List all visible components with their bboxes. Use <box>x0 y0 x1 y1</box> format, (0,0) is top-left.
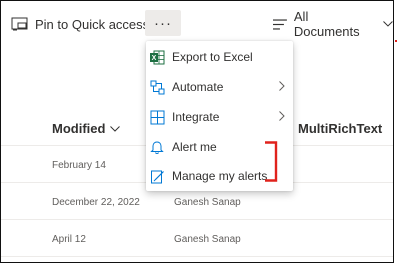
menu-item-label: Integrate <box>172 110 220 124</box>
modified-cell: December 22, 2022 <box>52 197 140 208</box>
chevron-down-icon <box>110 125 121 132</box>
pin-icon <box>11 17 28 30</box>
command-bar: Pin to Quick access ··· All Documents <box>1 1 393 45</box>
column-header-multirichtext[interactable]: MultiRichText <box>298 121 382 136</box>
column-header-modified[interactable]: Modified <box>52 121 121 136</box>
view-switcher-button[interactable]: All Documents <box>273 9 393 39</box>
excel-icon: X <box>149 49 165 65</box>
menu-item-label: Automate <box>172 80 224 94</box>
pin-label: Pin to Quick access <box>35 16 150 32</box>
menu-item-integrate[interactable]: Integrate <box>146 102 293 132</box>
integrate-icon <box>149 109 165 125</box>
modified-cell: April 12 <box>52 234 86 245</box>
highlight-bracket <box>265 141 278 182</box>
chevron-right-icon <box>279 81 285 91</box>
modified-by-cell: Ganesh Sanap <box>174 197 241 208</box>
app-frame: Pin to Quick access ··· All Documents Mo… <box>0 0 394 263</box>
manage-alerts-icon <box>149 168 165 184</box>
column-header-modified-label: Modified <box>52 121 106 136</box>
annotation-dot <box>395 40 397 42</box>
automate-icon <box>149 79 165 95</box>
pin-to-quick-access-button[interactable]: Pin to Quick access <box>11 13 149 35</box>
chevron-right-icon <box>279 111 285 121</box>
bell-icon <box>149 139 165 155</box>
menu-item-label: Alert me <box>172 140 217 154</box>
modified-by-cell: Ganesh Sanap <box>174 234 241 245</box>
modified-cell: February 14 <box>52 160 106 171</box>
menu-item-label: Export to Excel <box>172 50 253 64</box>
more-options-button[interactable]: ··· <box>145 10 181 36</box>
menu-item-export-to-excel[interactable]: X Export to Excel <box>146 42 293 72</box>
svg-text:X: X <box>151 55 156 62</box>
ellipsis-icon: ··· <box>154 14 172 32</box>
chevron-down-icon <box>383 21 393 27</box>
menu-item-label: Manage my alerts <box>172 169 268 183</box>
table-row[interactable]: April 12 Ganesh Sanap <box>1 220 393 257</box>
menu-item-automate[interactable]: Automate <box>146 72 293 102</box>
view-label: All Documents <box>293 9 360 39</box>
list-view-icon <box>273 18 287 30</box>
